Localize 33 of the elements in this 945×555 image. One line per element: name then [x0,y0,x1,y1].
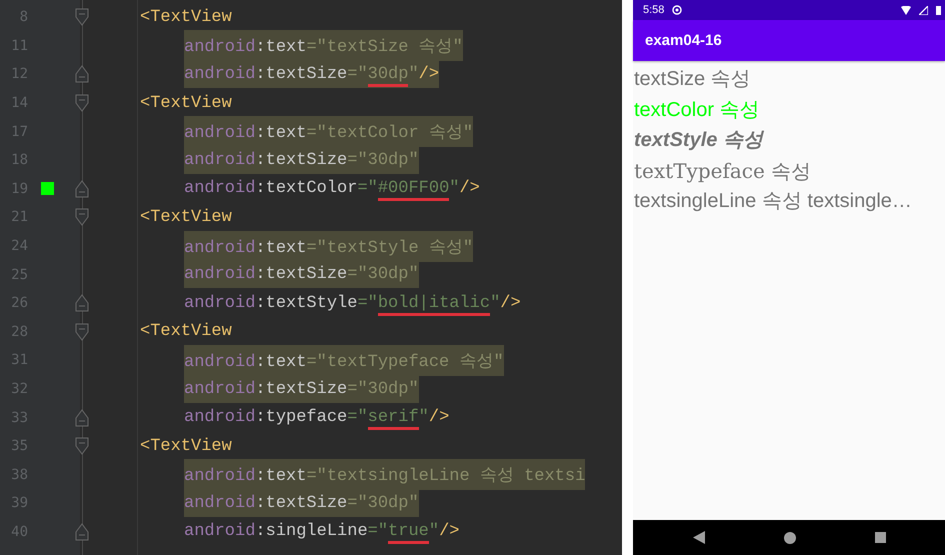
text-label: textTypeface 속성 [634,158,812,184]
fold-icon[interactable] [75,206,89,228]
code-line: <TextView [140,321,232,344]
signal-icon [919,6,928,14]
back-icon[interactable] [692,531,704,544]
code-line: android:typeface="serif"/> [184,404,450,432]
fold-icon[interactable] [75,92,89,114]
recents-icon[interactable] [874,532,886,543]
app-title: exam04-16 [645,32,722,49]
code-line: <TextView [140,206,232,229]
text-label: textColor 속성 [634,98,761,122]
wifi-icon [901,6,911,14]
fold-icon[interactable] [75,435,89,458]
code-line: <TextView [140,92,232,115]
sync-icon [672,5,682,15]
fold-icon[interactable] [75,406,89,429]
code-line: android:textColor="#00FF00"/> [184,175,480,202]
fold-icon[interactable] [75,520,89,543]
text-label: textSize 속성 [634,67,752,92]
home-icon[interactable] [784,532,796,544]
code-line: <TextView [140,436,232,458]
fold-icon[interactable] [75,292,89,314]
fold-icon[interactable] [75,6,89,28]
text-label: textStyle 속성 [634,128,765,153]
fold-icon[interactable] [75,320,89,343]
text-label: textsingleLine 속성 textsingle… [634,189,913,214]
battery-icon [936,5,941,15]
status-time: 5:58 [643,4,664,16]
code-line: <TextView [140,6,232,29]
code-line: android:singleLine="true"/> [184,518,460,546]
code-line: android:textStyle="bold|italic"/> [184,290,521,317]
fold-icon[interactable] [75,63,89,86]
fold-icon[interactable] [75,178,89,200]
